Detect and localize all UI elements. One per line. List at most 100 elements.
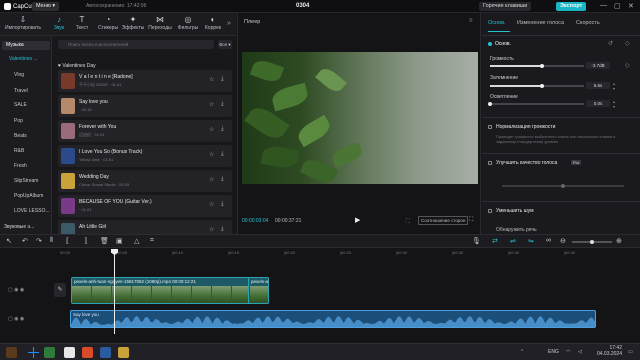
redo-icon[interactable]: ↷: [36, 237, 42, 245]
normalize-checkbox[interactable]: [488, 125, 492, 129]
download-icon[interactable]: ⤓: [221, 126, 224, 133]
track-item[interactable]: V a l e n t i n e [Radone] 千千小仙 DGMZ · 01…: [58, 70, 232, 92]
track-item[interactable]: BECAUSE OF YOU (Guitar Ver.) · 01:01 ☆ ⤓: [58, 195, 232, 217]
volume-value[interactable]: -3.7dB: [586, 62, 610, 69]
select-tool-icon[interactable]: ↖: [6, 237, 12, 245]
video-track-lock-icon[interactable]: ▢ ◉ ◉: [8, 287, 24, 293]
denoise-checkbox[interactable]: [488, 209, 492, 213]
category-fresh[interactable]: Fresh: [14, 163, 27, 169]
export-button[interactable]: Экспорт: [556, 2, 587, 11]
volume-slider[interactable]: [490, 63, 584, 68]
player-menu-icon[interactable]: ≡: [469, 18, 473, 24]
fit-screen-icon[interactable]: ⛶: [406, 218, 410, 224]
download-icon[interactable]: ⤓: [221, 201, 224, 208]
download-icon[interactable]: ⤓: [221, 151, 224, 158]
zoom-out-icon[interactable]: ⊖: [560, 237, 566, 245]
favorite-star-icon[interactable]: ☆: [209, 101, 214, 108]
split-left-icon[interactable]: ⟦: [66, 237, 69, 245]
tab-basic[interactable]: Основ.: [488, 20, 506, 26]
download-icon[interactable]: ⤓: [221, 76, 224, 83]
close-icon[interactable]: ✕: [628, 2, 634, 10]
mirror-icon[interactable]: △: [134, 237, 139, 245]
favorite-star-icon[interactable]: ☆: [209, 76, 214, 83]
favorite-star-icon[interactable]: ☆: [209, 226, 214, 233]
fade-out-stepper[interactable]: ▴ ▾: [613, 99, 615, 109]
download-icon[interactable]: ⤓: [221, 101, 224, 108]
capcut-taskbar-icon[interactable]: [64, 347, 75, 358]
category-beats[interactable]: Beats: [14, 133, 27, 139]
hotkeys-button[interactable]: Горячие клавиши: [479, 2, 532, 11]
basic-toggle-icon[interactable]: [488, 42, 492, 46]
menu-button[interactable]: Меню ▾: [32, 2, 60, 11]
zoom-in-icon[interactable]: ⊕: [616, 237, 622, 245]
notifications-icon[interactable]: ▭: [628, 349, 633, 355]
download-icon[interactable]: ⤓: [221, 226, 224, 233]
category-love-lesson[interactable]: LOVE LESSO...: [14, 208, 50, 214]
link-icon[interactable]: ⇄: [492, 237, 498, 245]
tab-transitions[interactable]: ⋈ Переходы: [146, 15, 174, 31]
category-vlog[interactable]: Vlog: [14, 72, 24, 78]
video-clip-2[interactable]: pexels-a: [248, 277, 269, 304]
tray-arrow-icon[interactable]: ⌃: [520, 349, 524, 355]
tab-import[interactable]: ⇩ Импортировать: [2, 15, 44, 31]
cover-edit-icon[interactable]: ✎: [54, 283, 66, 297]
track-item[interactable]: Wedding Day Chicor Sound Studio · 00:39 ☆ ⤓: [58, 170, 232, 192]
track-item[interactable]: I Love You So (Bonus Track) Yellow Zebr ·…: [58, 145, 232, 167]
fullscreen-icon[interactable]: ⛶: [469, 217, 473, 224]
zoom-knob[interactable]: [590, 239, 594, 244]
audio-track-controls-icon[interactable]: ▢ ◉ ◉: [8, 316, 24, 322]
link-clips-icon[interactable]: ∞: [546, 237, 551, 244]
category-pop[interactable]: Pop: [14, 118, 23, 124]
app-icon[interactable]: [44, 347, 55, 358]
freeze-icon[interactable]: ▣: [116, 237, 123, 245]
undo-icon[interactable]: ↶: [22, 237, 28, 245]
enhance-voice-checkbox[interactable]: [488, 161, 492, 165]
audio-clip[interactable]: Say love you: [70, 310, 596, 328]
category-valentines[interactable]: Valentines ...: [9, 56, 38, 62]
category-music[interactable]: Музыка: [2, 41, 50, 50]
category-rnb[interactable]: R&B: [14, 148, 24, 154]
reset-icon[interactable]: ↺: [608, 40, 613, 47]
split-right-icon[interactable]: ⟧: [84, 237, 87, 245]
playhead[interactable]: [114, 250, 115, 334]
fade-in-slider[interactable]: [490, 83, 584, 88]
favorite-star-icon[interactable]: ☆: [209, 151, 214, 158]
tab-effects[interactable]: ✦ Эффекты: [120, 15, 146, 31]
filter-dropdown[interactable]: Все ▾: [218, 40, 232, 49]
crop-icon[interactable]: ⌗: [150, 237, 154, 245]
keyframe-icon[interactable]: ◇: [625, 40, 630, 47]
category-sale[interactable]: SALE: [14, 102, 27, 108]
category-sound-effects[interactable]: Звуковые э...: [4, 224, 34, 230]
search-input[interactable]: Поиск песен и исполнителей: [58, 40, 214, 49]
snap-icon[interactable]: ⇌: [510, 237, 516, 245]
category-slipstream[interactable]: SlipStream: [14, 178, 38, 184]
tab-filters[interactable]: ◎ Фильтры: [175, 15, 201, 31]
fade-in-value[interactable]: 5.6s: [586, 82, 610, 89]
more-tabs-icon[interactable]: »: [227, 20, 231, 27]
fade-out-value[interactable]: 0.0s: [586, 100, 610, 107]
tab-adjust[interactable]: ◐ Коррек: [200, 15, 226, 31]
minimize-icon[interactable]: —: [600, 2, 607, 9]
tab-speed[interactable]: Скорость: [576, 20, 600, 26]
tab-text[interactable]: T Текст: [69, 15, 95, 31]
browser-icon[interactable]: [82, 347, 93, 358]
favorite-star-icon[interactable]: ☆: [209, 201, 214, 208]
volume-icon[interactable]: ◁: [578, 349, 582, 355]
folder-icon[interactable]: [118, 347, 129, 358]
tab-voice-changer[interactable]: Изменение голоса: [517, 20, 564, 26]
track-item[interactable]: Say love you · 00:15 ☆ ⤓: [58, 95, 232, 117]
play-icon[interactable]: ▶: [355, 216, 360, 224]
tab-stickers[interactable]: ◔ Стикеры: [95, 15, 121, 31]
video-preview[interactable]: [242, 52, 478, 184]
mail-icon[interactable]: [100, 347, 111, 358]
microphone-icon[interactable]: 🎙: [472, 237, 481, 245]
category-popupalbum[interactable]: PopUpAlbum: [14, 193, 43, 199]
favorite-star-icon[interactable]: ☆: [209, 176, 214, 183]
language-indicator[interactable]: ENG: [548, 349, 559, 355]
favorite-star-icon[interactable]: ☆: [209, 126, 214, 133]
track-item[interactable]: Forever with You 迈迪纪 · 01:01 ☆ ⤓: [58, 120, 232, 142]
weather-icon[interactable]: [6, 347, 17, 358]
volume-keyframe-icon[interactable]: ◇: [625, 62, 630, 69]
fade-in-stepper[interactable]: ▴ ▾: [613, 81, 615, 91]
video-clip[interactable]: pexels-anh-tuan-nguyen-15817062 (1080p).…: [71, 277, 269, 304]
